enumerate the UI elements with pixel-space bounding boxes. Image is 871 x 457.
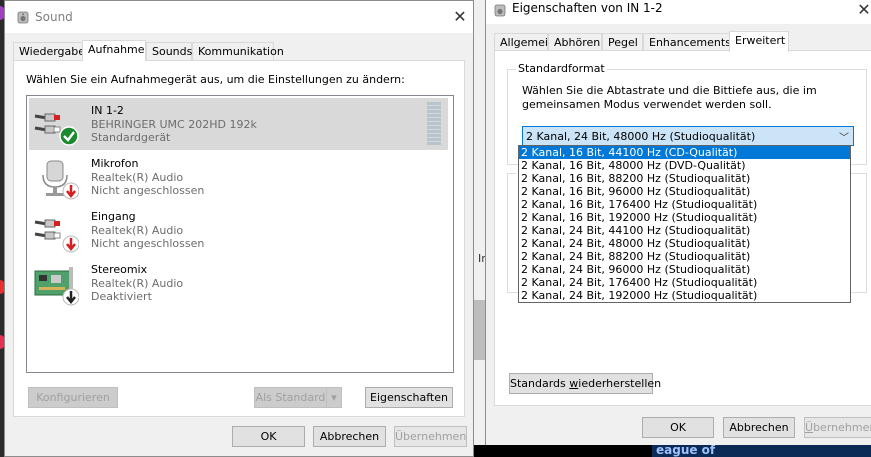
cancel-button[interactable]: Abbrechen	[723, 417, 795, 438]
format-select-value: 2 Kanal, 24 Bit, 48000 Hz (Studioqualitä…	[526, 130, 756, 143]
group-title: Standardformat	[516, 62, 607, 75]
apply-button[interactable]: Übernehmen	[804, 417, 871, 438]
apply-button[interactable]: Übernehmen	[394, 426, 467, 447]
device-item-mikrofon[interactable]: Mikrofon Realtek(R) Audio Nicht angeschl…	[29, 151, 448, 203]
tab-kommunikation[interactable]: Kommunikation	[192, 42, 284, 61]
format-option[interactable]: 2 Kanal, 24 Bit, 88200 Hz (Studioqualitä…	[519, 250, 850, 263]
configure-button[interactable]: Konfigurieren	[28, 387, 118, 408]
device-status: Nicht angeschlossen	[91, 237, 205, 250]
format-option[interactable]: 2 Kanal, 16 Bit, 96000 Hz (Studioqualitä…	[519, 185, 850, 198]
format-option[interactable]: 2 Kanal, 16 Bit, 44100 Hz (CD-Qualität)	[519, 146, 850, 159]
taskbar-strip	[474, 445, 654, 457]
rca-cable-icon	[34, 219, 79, 253]
device-name: Eingang	[91, 210, 136, 223]
apply-label: bernehmen	[813, 421, 871, 434]
chevron-down-icon: ﹀	[839, 133, 849, 144]
accelerator-key: Ü	[805, 421, 814, 434]
tab-label: Enhancements	[649, 36, 731, 49]
speaker-icon	[494, 4, 506, 17]
device-name: IN 1-2	[91, 104, 124, 117]
tab-wiedergabe[interactable]: Wiedergabe	[13, 42, 86, 61]
device-name: Stereomix	[91, 263, 148, 276]
format-dropdown-list[interactable]: 2 Kanal, 16 Bit, 44100 Hz (CD-Qualität) …	[518, 145, 851, 303]
format-option[interactable]: 2 Kanal, 24 Bit, 96000 Hz (Studioqualitä…	[519, 263, 850, 276]
device-name: Mikrofon	[91, 157, 139, 170]
format-option[interactable]: 2 Kanal, 16 Bit, 88200 Hz (Studioqualitä…	[519, 172, 850, 185]
group-description: Wählen Sie die Abtastrate und die Bittie…	[522, 84, 817, 111]
ok-button[interactable]: OK	[642, 417, 714, 438]
rca-cable-icon	[34, 113, 79, 146]
ok-button[interactable]: OK	[232, 426, 305, 447]
sound-dialog: Sound ✕ Wiedergabe Aufnahme Sounds Kommu…	[4, 0, 474, 457]
restore-defaults-label: Standards	[510, 377, 570, 390]
sound-card-icon	[34, 267, 79, 306]
tab-label: Allgemein	[500, 36, 555, 49]
cancel-button[interactable]: Abbrechen	[313, 426, 386, 447]
title-bar[interactable]: Sound ✕	[5, 1, 473, 33]
device-driver: Realtek(R) Audio	[91, 224, 184, 237]
device-status: Deaktiviert	[91, 290, 152, 303]
microphone-icon	[42, 160, 79, 200]
format-option[interactable]: 2 Kanal, 24 Bit, 192000 Hz (Studioqualit…	[519, 289, 850, 302]
tab-label: Pegel	[608, 36, 638, 49]
tab-aufnahme[interactable]: Aufnahme	[82, 40, 146, 61]
close-icon[interactable]: ✕	[450, 7, 470, 26]
set-default-button[interactable]: Als Standard	[254, 387, 326, 408]
tab-label: Sounds	[152, 45, 193, 58]
tab-label: Erweitert	[735, 34, 786, 47]
recording-panel: Wählen Sie ein Aufnahmegerät aus, um die…	[13, 60, 465, 417]
speaker-icon	[17, 11, 29, 24]
tab-label: Aufnahme	[88, 43, 145, 56]
format-select[interactable]: 2 Kanal, 24 Bit, 48000 Hz (Studioqualitä…	[522, 126, 854, 146]
format-option[interactable]: 2 Kanal, 16 Bit, 192000 Hz (Studioqualit…	[519, 211, 850, 224]
tab-label: Abhören	[554, 36, 601, 49]
tab-sounds[interactable]: Sounds	[146, 42, 192, 61]
properties-button[interactable]: Eigenschaften	[365, 387, 453, 408]
device-driver: Realtek(R) Audio	[91, 277, 184, 290]
format-option[interactable]: 2 Kanal, 16 Bit, 48000 Hz (DVD-Qualität)	[519, 159, 850, 172]
tab-erweitert[interactable]: Erweitert	[729, 31, 789, 52]
format-option[interactable]: 2 Kanal, 24 Bit, 176400 Hz (Studioqualit…	[519, 276, 850, 289]
tab-label: Wiedergabe	[19, 45, 86, 58]
chevron-down-icon: ▾	[331, 391, 337, 404]
window-title: Eigenschaften von IN 1-2	[512, 1, 663, 15]
tab-label: Kommunikation	[198, 45, 284, 58]
close-icon[interactable]: ✕	[854, 0, 871, 19]
format-option[interactable]: 2 Kanal, 24 Bit, 44100 Hz (Studioqualitä…	[519, 224, 850, 237]
device-driver: BEHRINGER UMC 202HD 192k	[91, 118, 257, 131]
title-bar[interactable]: Eigenschaften von IN 1-2 ✕	[486, 0, 871, 24]
format-option[interactable]: 2 Kanal, 16 Bit, 176400 Hz (Studioqualit…	[519, 198, 850, 211]
device-status: Nicht angeschlossen	[91, 184, 205, 197]
level-meter	[427, 102, 441, 146]
device-status: Standardgerät	[91, 131, 171, 144]
device-item-stereomix[interactable]: Stereomix Realtek(R) Audio Deaktiviert	[29, 257, 448, 309]
restore-defaults-button[interactable]: Standards wiederherstellen	[509, 373, 661, 394]
instruction-text: Wählen Sie ein Aufnahmegerät aus, um die…	[26, 73, 405, 86]
accelerator-key: w	[569, 377, 579, 390]
device-driver: Realtek(R) Audio	[91, 171, 184, 184]
device-item-eingang[interactable]: Eingang Realtek(R) Audio Nicht angeschlo…	[29, 204, 448, 256]
window-title: Sound	[35, 10, 73, 24]
device-item-in-1-2[interactable]: IN 1-2 BEHRINGER UMC 202HD 192k Standard…	[29, 98, 448, 150]
device-list[interactable]: IN 1-2 BEHRINGER UMC 202HD 192k Standard…	[26, 95, 454, 373]
format-option[interactable]: 2 Kanal, 24 Bit, 48000 Hz (Studioqualitä…	[519, 237, 850, 250]
restore-defaults-label-rest: iederherstellen	[578, 377, 662, 390]
background-app-banner-text: eague of	[656, 443, 716, 457]
set-default-dropdown[interactable]: ▾	[326, 387, 342, 408]
default-check-icon	[59, 126, 79, 146]
